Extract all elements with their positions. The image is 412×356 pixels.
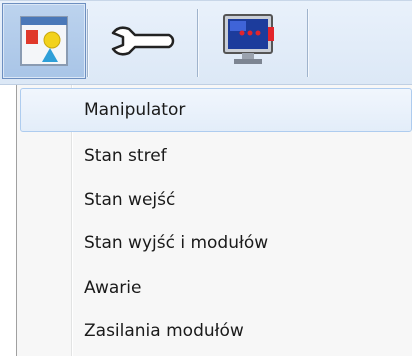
dropdown-menu: Manipulator Stan stref Stan wejść Stan w… <box>16 85 412 356</box>
left-strip <box>0 85 16 356</box>
menu-item-stan-wyjsc[interactable]: Stan wyjść i modułów <box>20 221 412 265</box>
menu-item-awarie[interactable]: Awarie <box>20 266 412 310</box>
menu-item-label: Manipulator <box>84 100 186 120</box>
toolbar <box>0 0 412 85</box>
menu-item-label: Zasilania modułów <box>84 321 244 341</box>
monitor-diagnostics-icon <box>223 14 274 64</box>
toolbar-separator <box>307 9 309 77</box>
menu-item-zasilania[interactable]: Zasilania modułów <box>20 309 412 353</box>
menu-item-label: Stan stref <box>84 146 167 166</box>
menu-item-label: Stan wejść <box>84 190 176 210</box>
menu-item-label: Stan wyjść i modułów <box>84 233 269 253</box>
menu-item-stan-stref[interactable]: Stan stref <box>20 134 412 178</box>
menu-item-stan-wejsc[interactable]: Stan wejść <box>20 178 412 222</box>
menu-item-label: Awarie <box>84 278 142 298</box>
window-shapes-icon <box>20 16 68 66</box>
toolbar-button-view[interactable] <box>2 3 86 79</box>
toolbar-button-diagnostics[interactable] <box>198 3 306 79</box>
menu-item-manipulator[interactable]: Manipulator <box>20 88 412 132</box>
wrench-icon <box>111 26 175 56</box>
toolbar-button-settings[interactable] <box>88 3 196 79</box>
